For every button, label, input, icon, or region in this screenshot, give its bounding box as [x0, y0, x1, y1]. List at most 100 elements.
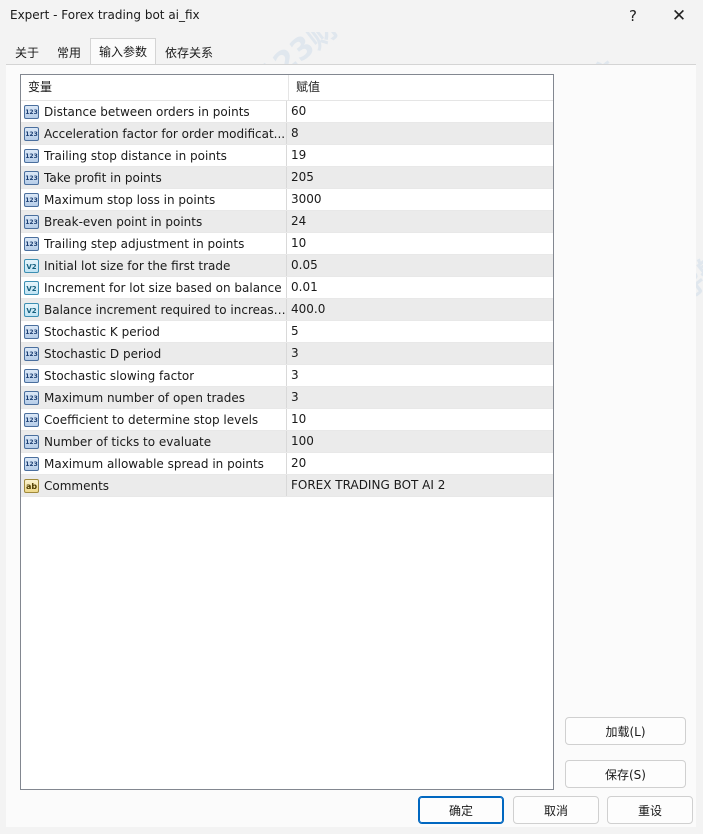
value-cell[interactable]: 0.05 [287, 255, 318, 276]
variable-cell: 123 Stochastic K period [21, 321, 287, 342]
variable-name: Initial lot size for the first trade [44, 258, 231, 273]
grid-header: 变量 赋值 [21, 75, 553, 101]
value-cell[interactable]: 8 [287, 123, 299, 144]
load-button[interactable]: 加载(L) [565, 717, 686, 745]
variable-cell: 123 Number of ticks to evaluate [21, 431, 287, 452]
table-row[interactable]: ab Comments FOREX TRADING BOT AI 2 [21, 475, 553, 497]
integer-type-icon: 123 [24, 324, 39, 339]
variable-cell: ab Comments [21, 475, 287, 496]
variable-name: Maximum allowable spread in points [44, 456, 264, 471]
variable-cell: 123 Trailing stop distance in points [21, 145, 287, 166]
double-type-icon: V2 [24, 280, 39, 295]
reset-button[interactable]: 重设 [607, 796, 693, 824]
integer-type-icon: 123 [24, 170, 39, 185]
parameters-grid: 变量 赋值 123 Distance between orders in poin… [20, 74, 554, 790]
table-row[interactable]: 123 Coefficient to determine stop levels 1… [21, 409, 553, 431]
variable-name: Maximum number of open trades [44, 390, 245, 405]
integer-type-icon: 123 [24, 390, 39, 405]
variable-cell: V2 Balance increment required to increase… [21, 299, 287, 320]
value-cell[interactable]: 5 [287, 321, 299, 342]
table-row[interactable]: 123 Stochastic K period 5 [21, 321, 553, 343]
variable-cell: 123 Break-even point in points [21, 211, 287, 232]
value-cell[interactable]: 0.01 [287, 277, 318, 298]
ok-button[interactable]: 确定 [418, 796, 504, 824]
variable-cell: 123 Coefficient to determine stop levels [21, 409, 287, 430]
variable-name: Break-even point in points [44, 214, 203, 229]
variable-name: Balance increment required to increase .… [44, 302, 286, 317]
grid-rows: 123 Distance between orders in points 60 12… [21, 101, 553, 497]
table-row[interactable]: 123 Stochastic D period 3 [21, 343, 553, 365]
value-cell[interactable]: 10 [287, 409, 306, 430]
integer-type-icon: 123 [24, 368, 39, 383]
integer-type-icon: 123 [24, 148, 39, 163]
variable-name: Stochastic D period [44, 346, 162, 361]
help-button[interactable]: ? [610, 0, 656, 32]
table-row[interactable]: 123 Distance between orders in points 60 [21, 101, 553, 123]
variable-name: Take profit in points [44, 170, 162, 185]
variable-cell: 123 Maximum stop loss in points [21, 189, 287, 210]
value-cell[interactable]: 20 [287, 453, 306, 474]
value-cell[interactable]: 400.0 [287, 299, 325, 320]
column-header-value[interactable]: 赋值 [289, 75, 320, 100]
value-cell[interactable]: 100 [287, 431, 314, 452]
value-cell[interactable]: FOREX TRADING BOT AI 2 [287, 475, 445, 496]
integer-type-icon: 123 [24, 456, 39, 471]
table-row[interactable]: 123 Trailing step adjustment in points 10 [21, 233, 553, 255]
tab-bar: 关于 常用 输入参数 依存关系 [6, 38, 222, 65]
save-button[interactable]: 保存(S) [565, 760, 686, 788]
variable-cell: 123 Trailing step adjustment in points [21, 233, 287, 254]
tab-inputs[interactable]: 输入参数 [90, 38, 157, 65]
table-row[interactable]: 123 Stochastic slowing factor 3 [21, 365, 553, 387]
value-cell[interactable]: 205 [287, 167, 314, 188]
table-row[interactable]: V2 Balance increment required to increase… [21, 299, 553, 321]
table-row[interactable]: 123 Acceleration factor for order modific… [21, 123, 553, 145]
table-row[interactable]: 123 Maximum stop loss in points 3000 [21, 189, 553, 211]
table-row[interactable]: 123 Take profit in points 205 [21, 167, 553, 189]
table-row[interactable]: 123 Number of ticks to evaluate 100 [21, 431, 553, 453]
window-title: Expert - Forex trading bot ai_fix [10, 8, 200, 22]
variable-name: Stochastic K period [44, 324, 160, 339]
variable-cell: 123 Take profit in points [21, 167, 287, 188]
variable-cell: 123 Maximum number of open trades [21, 387, 287, 408]
integer-type-icon: 123 [24, 104, 39, 119]
close-button[interactable]: ✕ [656, 0, 702, 32]
column-header-variable[interactable]: 变量 [21, 75, 289, 100]
variable-cell: V2 Increment for lot size based on balanc… [21, 277, 287, 298]
tab-common[interactable]: 常用 [48, 40, 90, 64]
value-cell[interactable]: 3000 [287, 189, 322, 210]
value-cell[interactable]: 3 [287, 343, 299, 364]
integer-type-icon: 123 [24, 192, 39, 207]
table-row[interactable]: V2 Initial lot size for the first trade 0.… [21, 255, 553, 277]
value-cell[interactable]: 19 [287, 145, 306, 166]
double-type-icon: V2 [24, 302, 39, 317]
integer-type-icon: 123 [24, 126, 39, 141]
variable-cell: V2 Initial lot size for the first trade [21, 255, 287, 276]
variable-name: Maximum stop loss in points [44, 192, 216, 207]
variable-name: Comments [44, 478, 110, 493]
value-cell[interactable]: 60 [287, 101, 306, 122]
integer-type-icon: 123 [24, 236, 39, 251]
tab-about[interactable]: 关于 [6, 40, 48, 64]
double-type-icon: V2 [24, 258, 39, 273]
table-row[interactable]: 123 Maximum number of open trades 3 [21, 387, 553, 409]
variable-cell: 123 Acceleration factor for order modific… [21, 123, 287, 144]
table-row[interactable]: V2 Increment for lot size based on balanc… [21, 277, 553, 299]
variable-name: Increment for lot size based on balance [44, 280, 282, 295]
title-bar: Expert - Forex trading bot ai_fix ? ✕ [0, 0, 703, 32]
string-type-icon: ab [24, 478, 39, 493]
variable-cell: 123 Distance between orders in points [21, 101, 287, 122]
table-row[interactable]: 123 Maximum allowable spread in points 20 [21, 453, 553, 475]
value-cell[interactable]: 3 [287, 387, 299, 408]
table-row[interactable]: 123 Break-even point in points 24 [21, 211, 553, 233]
value-cell[interactable]: 24 [287, 211, 306, 232]
tab-dependencies[interactable]: 依存关系 [156, 40, 222, 64]
variable-cell: 123 Stochastic slowing factor [21, 365, 287, 386]
variable-name: Distance between orders in points [44, 104, 250, 119]
cancel-button[interactable]: 取消 [513, 796, 599, 824]
variable-name: Number of ticks to evaluate [44, 434, 212, 449]
value-cell[interactable]: 3 [287, 365, 299, 386]
value-cell[interactable]: 10 [287, 233, 306, 254]
integer-type-icon: 123 [24, 412, 39, 427]
variable-name: Acceleration factor for order modificat.… [44, 126, 286, 141]
table-row[interactable]: 123 Trailing stop distance in points 19 [21, 145, 553, 167]
